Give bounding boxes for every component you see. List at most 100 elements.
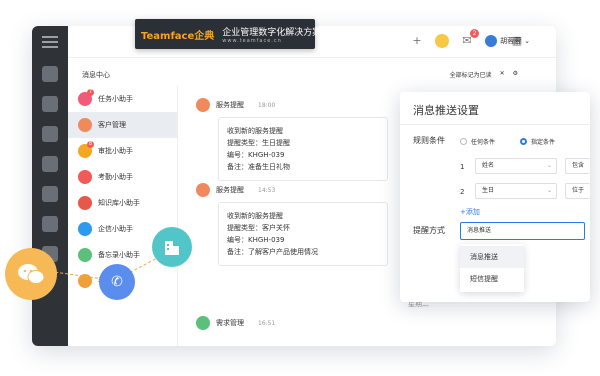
operator-select[interactable]: 包含 [565,158,590,174]
nav-icon[interactable] [42,96,58,112]
unread-badge: 7 [87,89,94,96]
message-item: 服务提醒 14:53 收到新的服务提醒 提醒类型：客户关怀 编号：KHGH-03… [196,183,388,266]
nav-icon[interactable] [42,156,58,172]
brand-url: www.teamface.cn [222,37,282,44]
message-sender: 服务提醒 [216,101,244,109]
divider [400,124,590,125]
chevron-down-icon: ⌄ [546,187,552,194]
avatar [485,35,498,47]
assistant-list: 7任务小助手客户管理8审批小助手考勤小助手知识库小助手企信小助手备忘录小助手手 [68,86,178,346]
select-value: 包含 [572,162,585,169]
close-icon[interactable]: ✕ [500,70,505,79]
username: 胡蓉蓉 [500,37,522,45]
nav-icon[interactable] [42,66,58,82]
page-title: 消息中心 [82,71,110,79]
nav-icon[interactable] [42,126,58,142]
sidebar-item-label: 审批小助手 [98,147,133,155]
card-line: 编号：KHGH-039 [227,236,285,244]
building-icon [165,241,179,255]
chevron-down-icon: ⌄ [546,162,552,169]
radio-icon [460,138,467,145]
sidebar-item-label: 企信小助手 [98,225,133,233]
field-select[interactable]: 姓名 ⌄ [475,158,557,174]
message-sender: 服务提醒 [216,186,244,194]
assistant-icon: 8 [78,141,94,158]
card-line: 备注：了解客户产品使用情况 [227,248,318,256]
rule-label: 规则条件 [413,136,445,145]
operator-select[interactable]: 位于 [565,183,590,199]
assistant-icon [78,118,92,132]
message-time: 16:51 [258,319,276,327]
dropdown-option[interactable]: 消息推送 [460,246,524,268]
add-condition-link[interactable]: +添加 [460,207,480,217]
bell-icon [196,98,210,112]
message-time: 14:53 [258,186,276,194]
menu-icon[interactable] [42,36,58,48]
sidebar-item[interactable]: 7 任务小助手 [68,86,177,112]
dialog-title: 消息推送设置 [413,104,479,117]
bell-icon [196,183,210,197]
sidebar-item-label: 备忘录小助手 [98,251,140,259]
radio-any[interactable]: 任何条件 [460,137,495,146]
select-value: 姓名 [482,162,495,169]
method-dropdown: 消息推送 短信提醒 [460,244,524,292]
building-bubble[interactable] [152,227,192,267]
sidebar-item[interactable]: 知识库小助手 [68,190,177,216]
brand-tagline: 企业管理数字化解决方案 [222,27,322,38]
assistant-icon [78,170,92,184]
brand-banner: Teamface企典 企业管理数字化解决方案 www.teamface.cn [135,19,321,49]
nav-icon[interactable] [42,216,58,232]
card-line: 备注：准备生日礼物 [227,163,290,171]
sidebar-item-label: 任务小助手 [98,95,133,103]
row-number: 1 [460,163,465,171]
radio-label: 任何条件 [471,139,496,146]
row-number: 2 [460,188,465,196]
brand-logo: Teamface企典 [141,30,215,42]
wechat-icon [18,264,45,284]
card-line: 编号：KHGH-039 [227,151,285,159]
user-menu[interactable]: 胡蓉蓉 ⌄ [485,35,530,47]
message-card[interactable]: 收到新的服务提醒 提醒类型：客户关怀 编号：KHGH-039 备注：了解客户产品… [218,202,388,266]
card-line: 提醒类型：客户关怀 [227,224,290,232]
mark-all-read-link[interactable]: 全部标记为已读 [450,70,492,79]
gear-icon[interactable]: ⚙ [513,70,518,79]
select-value: 生日 [482,187,495,194]
select-value: 消息推送 [467,227,492,234]
assistant-icon [78,248,92,262]
unread-badge: 8 [87,141,94,148]
mail-badge: 2 [470,29,479,38]
assistant-icon: 7 [78,89,94,106]
phone-bubble[interactable]: ✆ [99,264,135,300]
radio-icon [520,138,527,145]
message-time: 18:00 [258,101,276,109]
sidebar-item[interactable]: 考勤小助手 [68,164,177,190]
method-select[interactable]: 消息推送 [460,222,585,240]
message-card[interactable]: 收到新的服务提醒 提醒类型：生日提醒 编号：KHGH-039 备注：准备生日礼物 [218,117,388,181]
radio-specified[interactable]: 指定条件 [520,137,555,146]
select-value: 位于 [572,187,585,194]
requirement-icon [196,316,210,330]
sidebar-item-label: 知识库小助手 [98,199,140,207]
message-item: 需求管理 16:51 [196,316,275,330]
wechat-bubble[interactable] [5,248,57,300]
method-label: 提醒方式 [413,226,445,235]
mail-icon[interactable]: ✉ 2 [460,29,479,48]
assistant-icon [78,222,92,236]
dropdown-option[interactable]: 短信提醒 [460,268,524,290]
tag-icon[interactable] [435,34,449,48]
sidebar-item-label: 客户管理 [98,121,126,129]
push-settings-dialog: 消息推送设置 规则条件 任何条件 指定条件 1 姓名 ⌄ 包含 2 生日 ⌄ 位于 … [400,92,590,302]
sidebar-item[interactable]: 8 审批小助手 [68,138,177,164]
nav-icon[interactable] [42,186,58,202]
phone-icon: ✆ [111,274,123,290]
sidebar-item-label: 考勤小助手 [98,173,133,181]
field-select[interactable]: 生日 ⌄ [475,183,557,199]
sidebar-item[interactable]: 客户管理 [68,112,177,138]
message-item: 服务提醒 18:00 收到新的服务提醒 提醒类型：生日提醒 编号：KHGH-03… [196,98,388,181]
radio-label: 指定条件 [531,139,556,146]
card-line: 提醒类型：生日提醒 [227,139,290,147]
message-sender: 需求管理 [216,319,244,327]
card-line: 收到新的服务提醒 [227,212,283,220]
plus-icon[interactable]: + [410,34,424,48]
chevron-down-icon: ⌄ [524,37,530,45]
